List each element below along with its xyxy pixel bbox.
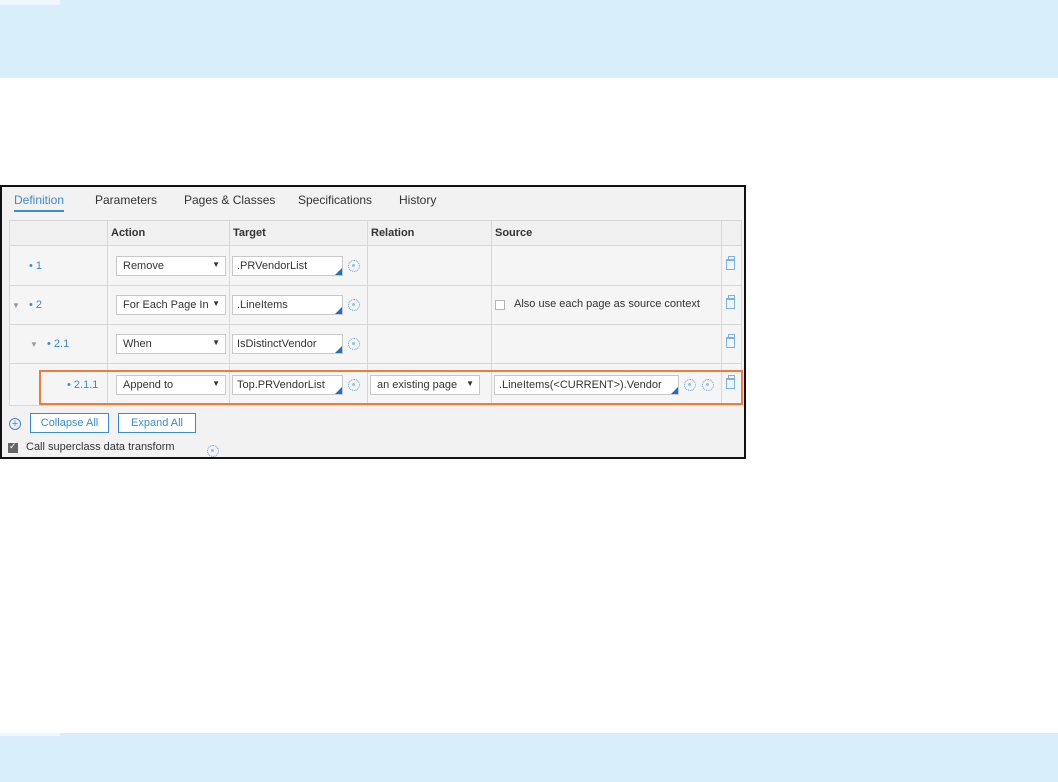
call-superclass-checkbox[interactable] bbox=[8, 441, 18, 453]
column-header-target: Target bbox=[233, 227, 266, 239]
gear-icon[interactable] bbox=[348, 338, 360, 350]
collapse-all-button[interactable]: Collapse All bbox=[30, 413, 109, 433]
grid-header: Action Target Relation Source bbox=[10, 221, 741, 246]
gear-icon[interactable] bbox=[348, 299, 360, 311]
action-select[interactable]: Remove ▼ bbox=[116, 256, 226, 276]
autocomplete-corner-icon bbox=[335, 346, 342, 353]
target-input[interactable]: .PRVendorList bbox=[232, 256, 343, 276]
expand-triangle-icon[interactable]: ▼ bbox=[12, 301, 20, 310]
column-header-relation: Relation bbox=[371, 227, 415, 239]
expand-all-button[interactable]: Expand All bbox=[118, 413, 196, 433]
top-banner bbox=[0, 0, 1058, 78]
source-context-label: Also use each page as source context bbox=[514, 298, 700, 310]
gear-icon[interactable] bbox=[207, 445, 219, 457]
row-label[interactable]: • 2.1 bbox=[47, 338, 69, 350]
banner-tab bbox=[0, 0, 60, 5]
action-select[interactable]: For Each Page In ▼ bbox=[116, 295, 226, 315]
source-context-checkbox[interactable] bbox=[495, 300, 505, 310]
expand-triangle-icon[interactable]: ▼ bbox=[30, 340, 38, 349]
tab-pages-classes[interactable]: Pages & Classes bbox=[184, 193, 275, 207]
dropdown-arrow-icon: ▼ bbox=[212, 299, 220, 308]
tab-specifications[interactable]: Specifications bbox=[298, 193, 372, 207]
action-select[interactable]: When ▼ bbox=[116, 334, 226, 354]
gear-icon[interactable] bbox=[348, 260, 360, 272]
column-header-action: Action bbox=[111, 227, 146, 239]
banner-tab bbox=[0, 731, 60, 736]
bottom-banner bbox=[0, 731, 1058, 782]
tab-parameters[interactable]: Parameters bbox=[95, 193, 157, 207]
target-input[interactable]: IsDistinctVendor bbox=[232, 334, 343, 354]
target-input[interactable]: .LineItems bbox=[232, 295, 343, 315]
tab-history[interactable]: History bbox=[399, 193, 436, 207]
dropdown-arrow-icon: ▼ bbox=[212, 338, 220, 347]
delete-icon[interactable] bbox=[726, 334, 735, 348]
autocomplete-corner-icon bbox=[335, 268, 342, 275]
data-transform-panel: Definition Parameters Pages & Classes Sp… bbox=[0, 185, 746, 459]
delete-icon[interactable] bbox=[726, 295, 735, 309]
row-label[interactable]: • 2 bbox=[29, 299, 42, 311]
selected-row-highlight bbox=[39, 370, 743, 405]
autocomplete-corner-icon bbox=[335, 307, 342, 314]
row-label[interactable]: • 1 bbox=[29, 260, 42, 272]
table-row: • 1 Remove ▼ .PRVendorList bbox=[10, 246, 741, 286]
table-row: ▼ • 2.1 When ▼ IsDistinctVendor bbox=[10, 325, 741, 364]
tab-bar: Definition Parameters Pages & Classes Sp… bbox=[4, 190, 744, 212]
call-superclass-label: Call superclass data transform bbox=[26, 441, 175, 453]
dropdown-arrow-icon: ▼ bbox=[212, 260, 220, 269]
table-row: ▼ • 2 For Each Page In ▼ .LineItems Also … bbox=[10, 286, 741, 325]
delete-icon[interactable] bbox=[726, 256, 735, 270]
add-icon[interactable]: + bbox=[9, 418, 21, 430]
tab-definition[interactable]: Definition bbox=[14, 193, 65, 212]
column-header-source: Source bbox=[495, 227, 533, 239]
